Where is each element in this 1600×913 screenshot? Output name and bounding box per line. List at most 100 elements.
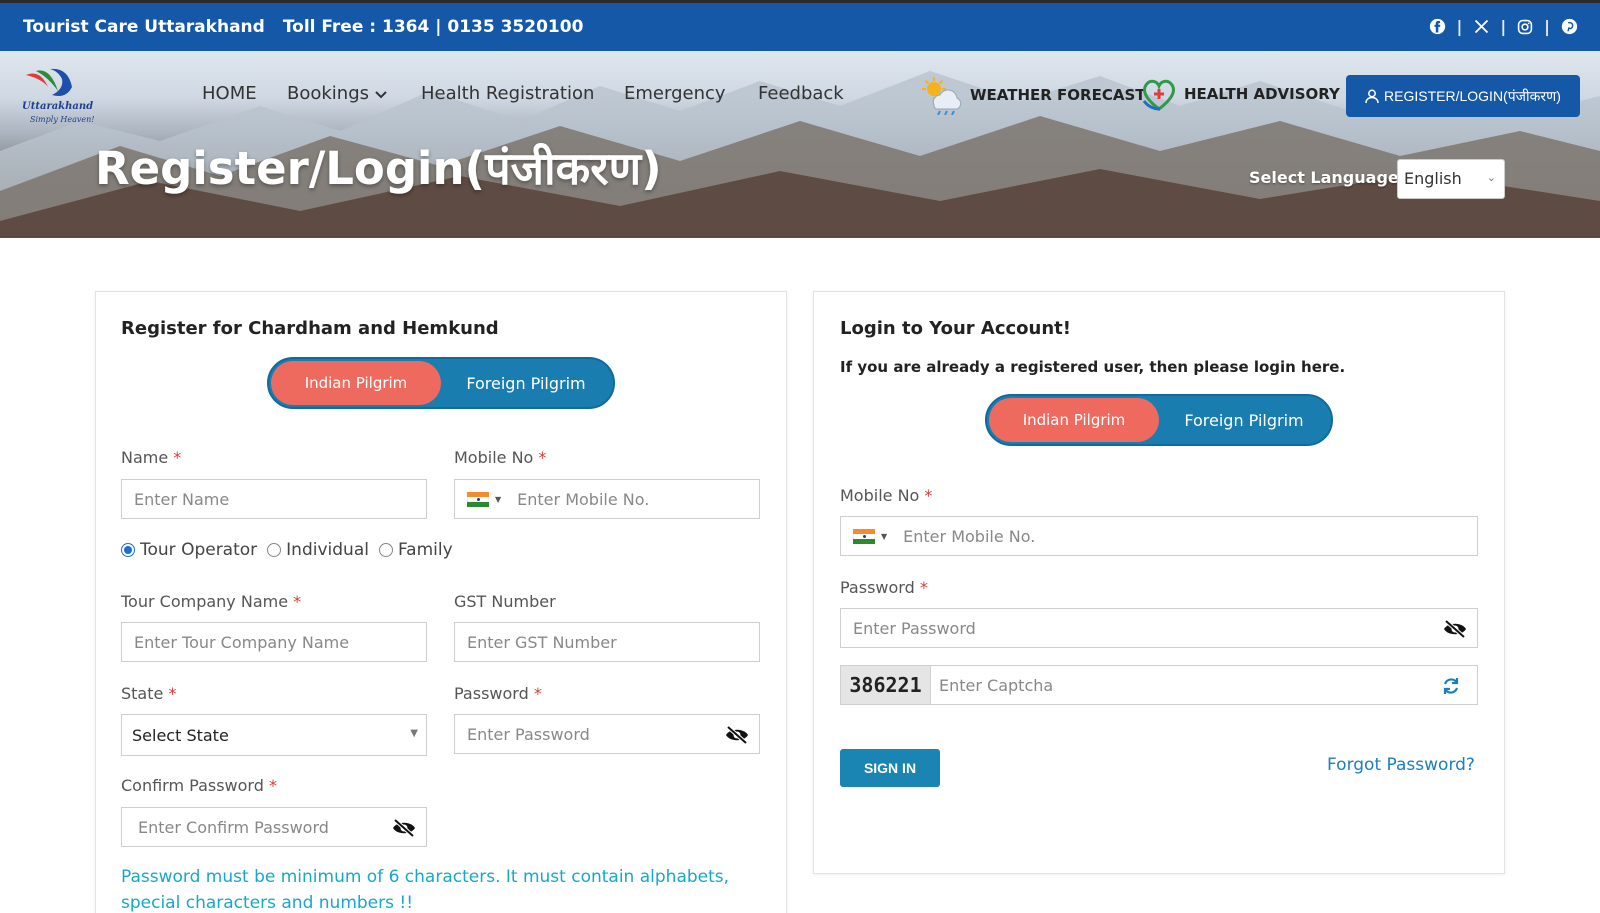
- state-label-text: State: [121, 684, 164, 703]
- nav-home[interactable]: HOME: [202, 83, 257, 104]
- page-title: Register/Login(पंजीकरण): [95, 142, 662, 195]
- required-mark: *: [538, 448, 547, 467]
- uttarakhand-logo[interactable]: Uttarakhand Simply Heaven!: [22, 65, 102, 127]
- mobile-label-text: Mobile No: [454, 448, 534, 467]
- required-mark: *: [919, 578, 928, 597]
- state-select[interactable]: Select State ▼: [121, 714, 427, 756]
- radio-dot[interactable]: [378, 543, 393, 557]
- captcha-code: 386221: [841, 666, 931, 704]
- nav-bookings[interactable]: Bookings: [287, 83, 387, 104]
- company-label-text: Tour Company Name: [121, 592, 289, 611]
- login-mobile-label-text: Mobile No: [840, 486, 920, 505]
- sign-in-button[interactable]: SIGN IN: [840, 749, 940, 787]
- captcha-input[interactable]: Enter Captcha: [931, 676, 1053, 695]
- login-indian-pilgrim-tab[interactable]: Indian Pilgrim: [989, 398, 1159, 442]
- company-input[interactable]: Enter Tour Company Name: [121, 622, 427, 662]
- required-mark: *: [168, 684, 177, 703]
- nav-emergency[interactable]: Emergency: [624, 83, 726, 104]
- login-foreign-pilgrim-tab[interactable]: Foreign Pilgrim: [1159, 398, 1329, 442]
- confirm-password-label: Confirm Password *: [121, 776, 277, 795]
- radio-tour-operator-label: Tour Operator: [140, 540, 258, 560]
- caret-down-icon: ▼: [410, 728, 418, 739]
- mobile-label: Mobile No *: [454, 448, 546, 467]
- confirm-password-input[interactable]: Enter Confirm Password: [121, 807, 427, 847]
- radio-dot[interactable]: [121, 543, 135, 557]
- pinterest-icon[interactable]: [1560, 18, 1578, 36]
- captcha-field: 386221 Enter Captcha: [840, 665, 1478, 705]
- radio-individual-label: Individual: [286, 540, 369, 560]
- caret-down-icon: ▼: [881, 531, 888, 541]
- register-mobile-placeholder: Enter Mobile No.: [517, 489, 650, 509]
- eye-slash-icon[interactable]: [1443, 619, 1467, 639]
- state-value: Select State: [132, 725, 229, 745]
- weather-icon: [922, 77, 962, 115]
- state-label: State *: [121, 684, 176, 703]
- nav-bookings-label: Bookings: [287, 83, 370, 104]
- required-mark: *: [293, 592, 302, 611]
- name-placeholder: Enter Name: [134, 489, 230, 509]
- weather-forecast-link[interactable]: WEATHER FORECAST: [920, 75, 1146, 115]
- eye-slash-icon[interactable]: [392, 818, 416, 838]
- language-select[interactable]: English ⌄: [1397, 159, 1505, 199]
- refresh-icon[interactable]: [1441, 676, 1461, 696]
- weather-forecast-label: WEATHER FORECAST: [970, 86, 1146, 104]
- chevron-down-icon: [375, 91, 387, 99]
- confirm-password-placeholder: Enter Confirm Password: [138, 817, 329, 837]
- register-password-input[interactable]: Enter Password: [454, 714, 760, 754]
- gst-input[interactable]: Enter GST Number: [454, 622, 760, 662]
- health-heart-icon: [1142, 79, 1175, 111]
- nav-feedback[interactable]: Feedback: [758, 83, 844, 104]
- separator: |: [1500, 17, 1507, 36]
- register-login-button[interactable]: REGISTER/LOGIN(पंजीकरण): [1346, 75, 1580, 117]
- x-icon[interactable]: [1472, 18, 1490, 36]
- caret-down-icon: ▼: [495, 494, 502, 504]
- login-password-placeholder: Enter Password: [853, 618, 976, 638]
- facebook-icon[interactable]: [1428, 18, 1446, 36]
- india-flag-icon[interactable]: [853, 528, 875, 544]
- login-pilgrim-toggle: Indian Pilgrim Foreign Pilgrim: [985, 394, 1333, 446]
- register-indian-pilgrim-tab[interactable]: Indian Pilgrim: [271, 361, 441, 405]
- login-subtitle: If you are already a registered user, th…: [840, 358, 1346, 376]
- eye-slash-icon[interactable]: [725, 725, 749, 745]
- india-flag-icon[interactable]: [467, 491, 489, 507]
- login-mobile-input[interactable]: ▼ Enter Mobile No.: [840, 516, 1478, 556]
- forgot-password-link[interactable]: Forgot Password?: [1327, 755, 1475, 775]
- account-type-radios: Tour Operator Individual Family: [121, 540, 453, 560]
- chevron-down-icon: ⌄: [1486, 171, 1496, 184]
- separator: |: [1456, 17, 1463, 36]
- gst-label: GST Number: [454, 592, 556, 611]
- required-mark: *: [268, 776, 277, 795]
- instagram-icon[interactable]: [1516, 18, 1534, 36]
- company-label: Tour Company Name *: [121, 592, 301, 611]
- top-bar: Tourist Care Uttarakhand Toll Free : 136…: [0, 0, 1600, 51]
- radio-individual[interactable]: Individual: [267, 540, 369, 560]
- name-input[interactable]: Enter Name: [121, 479, 427, 519]
- user-icon: [1365, 89, 1379, 103]
- password-label-text: Password: [454, 684, 529, 703]
- register-foreign-pilgrim-tab[interactable]: Foreign Pilgrim: [441, 361, 611, 405]
- social-links: | | |: [1428, 17, 1578, 36]
- required-mark: *: [173, 448, 182, 467]
- login-password-label-text: Password: [840, 578, 915, 597]
- logo-name: Uttarakhand: [22, 101, 94, 112]
- login-mobile-placeholder: Enter Mobile No.: [903, 526, 1036, 546]
- logo-bird-icon: [26, 68, 72, 96]
- health-advisory-label: HEALTH ADVISORY: [1184, 85, 1340, 103]
- health-advisory-link[interactable]: HEALTH ADVISORY: [1140, 75, 1340, 113]
- password-label: Password *: [454, 684, 542, 703]
- register-pilgrim-toggle: Indian Pilgrim Foreign Pilgrim: [267, 357, 615, 409]
- confirm-password-label-text: Confirm Password: [121, 776, 264, 795]
- topbar-brand: Tourist Care Uttarakhand: [23, 17, 265, 37]
- name-label: Name *: [121, 448, 181, 467]
- radio-family[interactable]: Family: [378, 540, 453, 560]
- login-password-input[interactable]: Enter Password: [840, 608, 1478, 648]
- register-password-placeholder: Enter Password: [467, 724, 590, 744]
- radio-tour-operator[interactable]: Tour Operator: [121, 540, 257, 560]
- select-language-label: Select Language: [1249, 168, 1399, 187]
- nav-health-registration[interactable]: Health Registration: [421, 83, 594, 104]
- radio-dot[interactable]: [267, 543, 282, 557]
- radio-family-label: Family: [397, 540, 453, 560]
- register-title: Register for Chardham and Hemkund: [121, 318, 499, 339]
- logo-tagline: Simply Heaven!: [30, 115, 95, 124]
- register-mobile-input[interactable]: ▼ Enter Mobile No.: [454, 479, 760, 519]
